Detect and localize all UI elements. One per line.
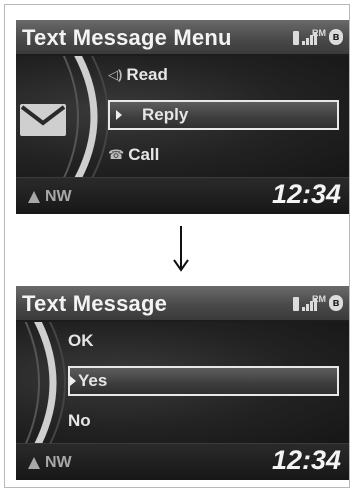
compass-heading: NW <box>28 454 72 472</box>
compass-label: NW <box>45 454 72 471</box>
menu-area: ◁) Read Reply ☎ Call <box>16 56 349 178</box>
dial-arc-decoration <box>24 322 66 444</box>
menu-item-label: Call <box>128 145 160 164</box>
phone-battery-icon <box>293 297 299 311</box>
selection-arrow-icon <box>70 376 76 386</box>
status-icons: RM ʙ <box>293 294 343 311</box>
bluetooth-icon: ʙ <box>329 29 343 45</box>
menu-item-ok[interactable]: OK <box>68 326 339 356</box>
menu-item-label: OK <box>68 331 94 350</box>
menu-item-call[interactable]: ☎ Call <box>108 140 339 170</box>
clock: 12:34 <box>271 445 341 475</box>
down-arrow-icon <box>173 226 189 272</box>
compass-label: NW <box>45 188 72 205</box>
status-bar: NW 12:34 <box>16 177 349 214</box>
clock: 12:34 <box>271 179 341 209</box>
bluetooth-icon: ʙ <box>329 295 343 311</box>
roaming-indicator: RM <box>312 294 326 304</box>
selection-arrow-icon <box>116 110 122 120</box>
speaker-icon: ◁) <box>108 67 123 82</box>
menu-item-yes[interactable]: Yes <box>68 366 339 396</box>
title-bar: Text Message Menu RM ʙ <box>16 20 349 56</box>
menu-area: OK Yes No <box>16 322 349 444</box>
screen-title: Text Message <box>22 291 168 316</box>
phone-handset-icon: ☎ <box>108 147 125 162</box>
roaming-indicator: RM <box>312 28 326 38</box>
compass-heading: NW <box>28 188 72 206</box>
compass-arrow-icon <box>28 191 40 203</box>
status-bar: NW 12:34 <box>16 443 349 480</box>
status-icons: RM ʙ <box>293 28 343 45</box>
phone-battery-icon <box>293 31 299 45</box>
menu-item-no[interactable]: No <box>68 406 339 436</box>
screen-title: Text Message Menu <box>22 25 232 50</box>
menu-item-read[interactable]: ◁) Read <box>108 60 339 90</box>
menu-item-label: Read <box>126 65 168 84</box>
text-message-screen: Text Message RM ʙ OK Yes No NW 12:34 <box>16 286 349 480</box>
title-bar: Text Message RM ʙ <box>16 286 349 322</box>
menu-item-reply[interactable]: Reply <box>108 100 339 130</box>
menu-item-label: Reply <box>142 105 189 124</box>
envelope-icon <box>20 104 66 136</box>
compass-arrow-icon <box>28 457 40 469</box>
menu-item-label: No <box>68 411 91 430</box>
menu-item-label: Yes <box>78 371 108 390</box>
text-message-menu-screen: Text Message Menu RM ʙ ◁) Read Reply ☎ C… <box>16 20 349 214</box>
